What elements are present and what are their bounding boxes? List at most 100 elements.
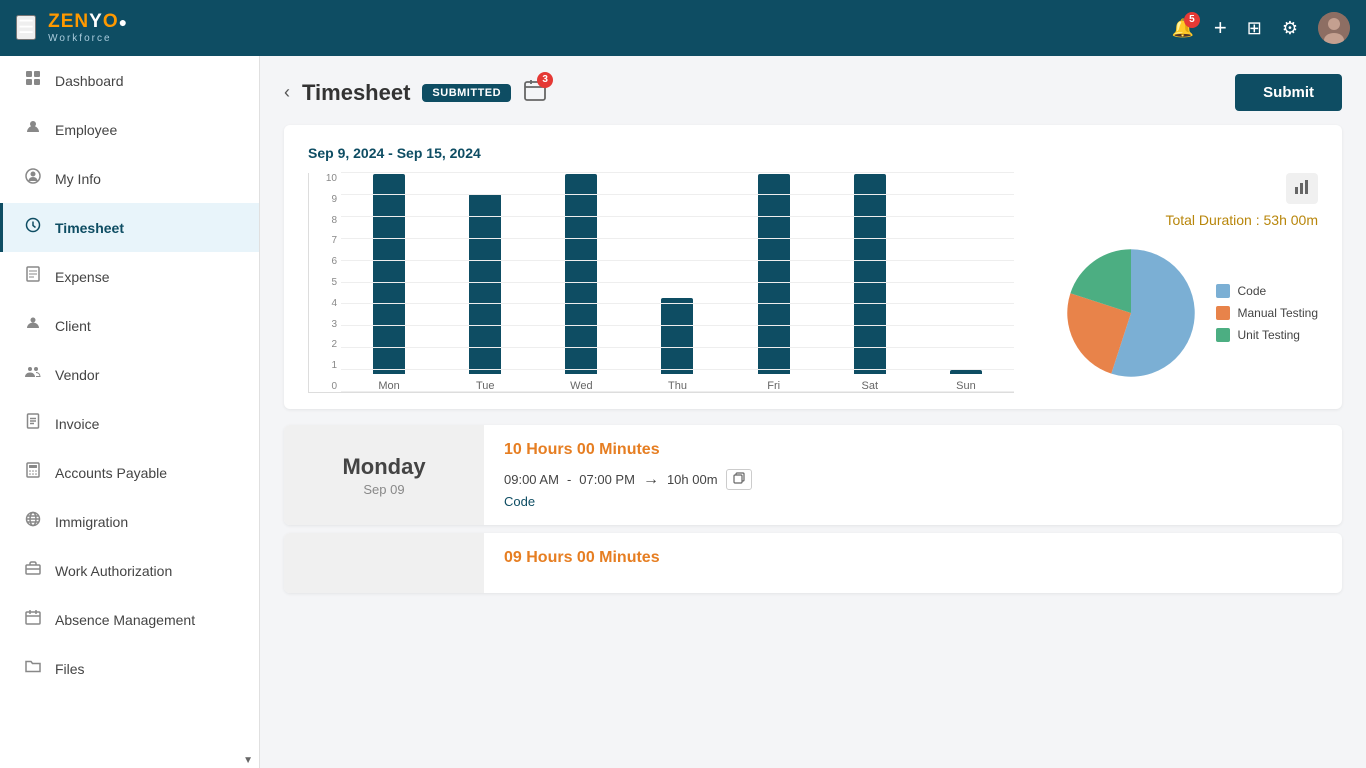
- bar-group: Thu: [629, 298, 725, 392]
- sidebar-item-label: Timesheet: [55, 220, 124, 236]
- entry-copy-button[interactable]: [726, 469, 752, 490]
- bar-sun[interactable]: [950, 370, 982, 374]
- clock-icon: [23, 217, 43, 238]
- y-axis-label: 6: [309, 256, 337, 267]
- legend-color-dot: [1216, 284, 1230, 298]
- bar-mon[interactable]: [373, 174, 405, 374]
- calendar-x-icon: [23, 609, 43, 630]
- bar-sat[interactable]: [854, 174, 886, 374]
- sidebar-item-vendor[interactable]: Vendor: [0, 350, 259, 399]
- y-axis-label: 8: [309, 215, 337, 226]
- date-range: Sep 9, 2024 - Sep 15, 2024: [308, 145, 1318, 161]
- submit-button[interactable]: Submit: [1235, 74, 1342, 111]
- main-content: ‹ Timesheet SUBMITTED 3 Submit Sep 9, 20…: [260, 56, 1366, 768]
- folder-icon: [23, 658, 43, 679]
- y-axis-label: 1: [309, 360, 337, 371]
- sidebar-item-invoice[interactable]: Invoice: [0, 399, 259, 448]
- bar-chart: 012345678910 MonTueWedThuFriSatSun: [308, 173, 1014, 393]
- sidebar-item-label: Files: [55, 661, 85, 677]
- sidebar: Dashboard Employee My Info Timesheet Exp: [0, 56, 260, 768]
- chart-area: 012345678910 MonTueWedThuFriSatSun Total…: [308, 173, 1318, 393]
- bar-group: Sun: [918, 370, 1014, 392]
- app-logo: ZENYO● Workforce: [48, 12, 128, 44]
- y-axis-label: 0: [309, 381, 337, 392]
- sidebar-scroll-down[interactable]: ▼: [241, 753, 255, 768]
- chart-icon-button[interactable]: [1286, 173, 1318, 204]
- y-axis: 012345678910: [309, 173, 337, 392]
- logo-subtitle: Workforce: [48, 33, 128, 44]
- sidebar-item-label: Immigration: [55, 514, 128, 530]
- sidebar-item-label: Invoice: [55, 416, 99, 432]
- sidebar-item-immigration[interactable]: Immigration: [0, 497, 259, 546]
- bar-wed[interactable]: [565, 174, 597, 374]
- notification-bell[interactable]: 🔔 5: [1171, 18, 1193, 39]
- entry-card-monday: Monday Sep 09 10 Hours 00 Minutes 09:00 …: [284, 425, 1342, 525]
- sidebar-item-label: Expense: [55, 269, 109, 285]
- sidebar-item-myinfo[interactable]: My Info: [0, 154, 259, 203]
- bar-thu[interactable]: [661, 298, 693, 374]
- sidebar-item-client[interactable]: Client: [0, 301, 259, 350]
- sidebar-item-employee[interactable]: Employee: [0, 105, 259, 154]
- status-badge: SUBMITTED: [422, 84, 511, 102]
- back-button[interactable]: ‹: [284, 82, 290, 103]
- bar-fri[interactable]: [758, 174, 790, 374]
- person-badge-icon: [23, 315, 43, 336]
- add-button[interactable]: +: [1214, 15, 1227, 41]
- sidebar-item-expense[interactable]: Expense: [0, 252, 259, 301]
- grid-icon: [23, 70, 43, 91]
- bar-day-label: Tue: [476, 380, 495, 392]
- total-duration: Total Duration : 53h 00m: [1165, 212, 1318, 228]
- page-header: ‹ Timesheet SUBMITTED 3 Submit: [260, 56, 1366, 125]
- sidebar-item-accounts-payable[interactable]: Accounts Payable: [0, 448, 259, 497]
- page-title: Timesheet: [302, 80, 410, 106]
- sidebar-item-label: My Info: [55, 171, 101, 187]
- file-text-icon: [23, 413, 43, 434]
- entry-date-column: Monday Sep 09: [284, 425, 484, 525]
- sidebar-item-label: Accounts Payable: [55, 465, 167, 481]
- top-navigation: ☰ ZENYO● Workforce 🔔 5 + ⊞ ⚙: [0, 0, 1366, 56]
- globe-icon: [23, 511, 43, 532]
- calendar-button[interactable]: 3: [523, 78, 547, 108]
- pie-container: CodeManual TestingUnit Testing: [1066, 248, 1319, 378]
- legend-item: Unit Testing: [1216, 328, 1319, 342]
- sidebar-item-timesheet[interactable]: Timesheet: [0, 203, 259, 252]
- calendar-badge: 3: [537, 72, 553, 88]
- bar-day-label: Fri: [767, 380, 780, 392]
- page-header-left: ‹ Timesheet SUBMITTED 3: [284, 78, 547, 108]
- settings-button[interactable]: ⚙: [1282, 18, 1298, 39]
- bar-chart-wrapper: 012345678910 MonTueWedThuFriSatSun: [308, 173, 1014, 393]
- main-layout: Dashboard Employee My Info Timesheet Exp: [0, 0, 1366, 768]
- entry-dash: -: [567, 472, 571, 487]
- y-axis-label: 10: [309, 173, 337, 184]
- entry-day: Monday: [342, 454, 425, 480]
- grid-menu-button[interactable]: ⊞: [1247, 18, 1262, 39]
- bar-group: Tue: [437, 194, 533, 392]
- sidebar-item-work-authorization[interactable]: Work Authorization: [0, 546, 259, 595]
- grid-line: [341, 172, 1014, 173]
- y-axis-label: 7: [309, 235, 337, 246]
- person-icon: [23, 119, 43, 140]
- bar-tue[interactable]: [469, 194, 501, 374]
- entry-category: Code: [504, 494, 1322, 509]
- entry-time-end: 07:00 PM: [579, 472, 635, 487]
- bar-group: Fri: [726, 174, 822, 392]
- bar-group: Mon: [341, 174, 437, 392]
- sidebar-item-label: Absence Management: [55, 612, 195, 628]
- notification-badge: 5: [1184, 12, 1200, 28]
- entry-time-start: 09:00 AM: [504, 472, 559, 487]
- hamburger-menu[interactable]: ☰: [16, 15, 36, 40]
- entry-date-column-2: [284, 533, 484, 593]
- sidebar-item-absence-management[interactable]: Absence Management: [0, 595, 259, 644]
- chart-right: Total Duration : 53h 00m CodeManual Test…: [1038, 173, 1318, 378]
- entry-time-row: 09:00 AM - 07:00 PM → 10h 00m: [504, 469, 1322, 490]
- sidebar-item-label: Dashboard: [55, 73, 124, 89]
- entry-arrow-icon: →: [643, 471, 659, 489]
- sidebar-item-files[interactable]: Files: [0, 644, 259, 693]
- bar-day-label: Mon: [378, 380, 399, 392]
- briefcase-icon: [23, 560, 43, 581]
- sidebar-item-dashboard[interactable]: Dashboard: [0, 56, 259, 105]
- receipt-icon: [23, 266, 43, 287]
- sidebar-item-label: Client: [55, 318, 91, 334]
- user-avatar[interactable]: [1318, 12, 1350, 44]
- pie-legend: CodeManual TestingUnit Testing: [1216, 284, 1319, 342]
